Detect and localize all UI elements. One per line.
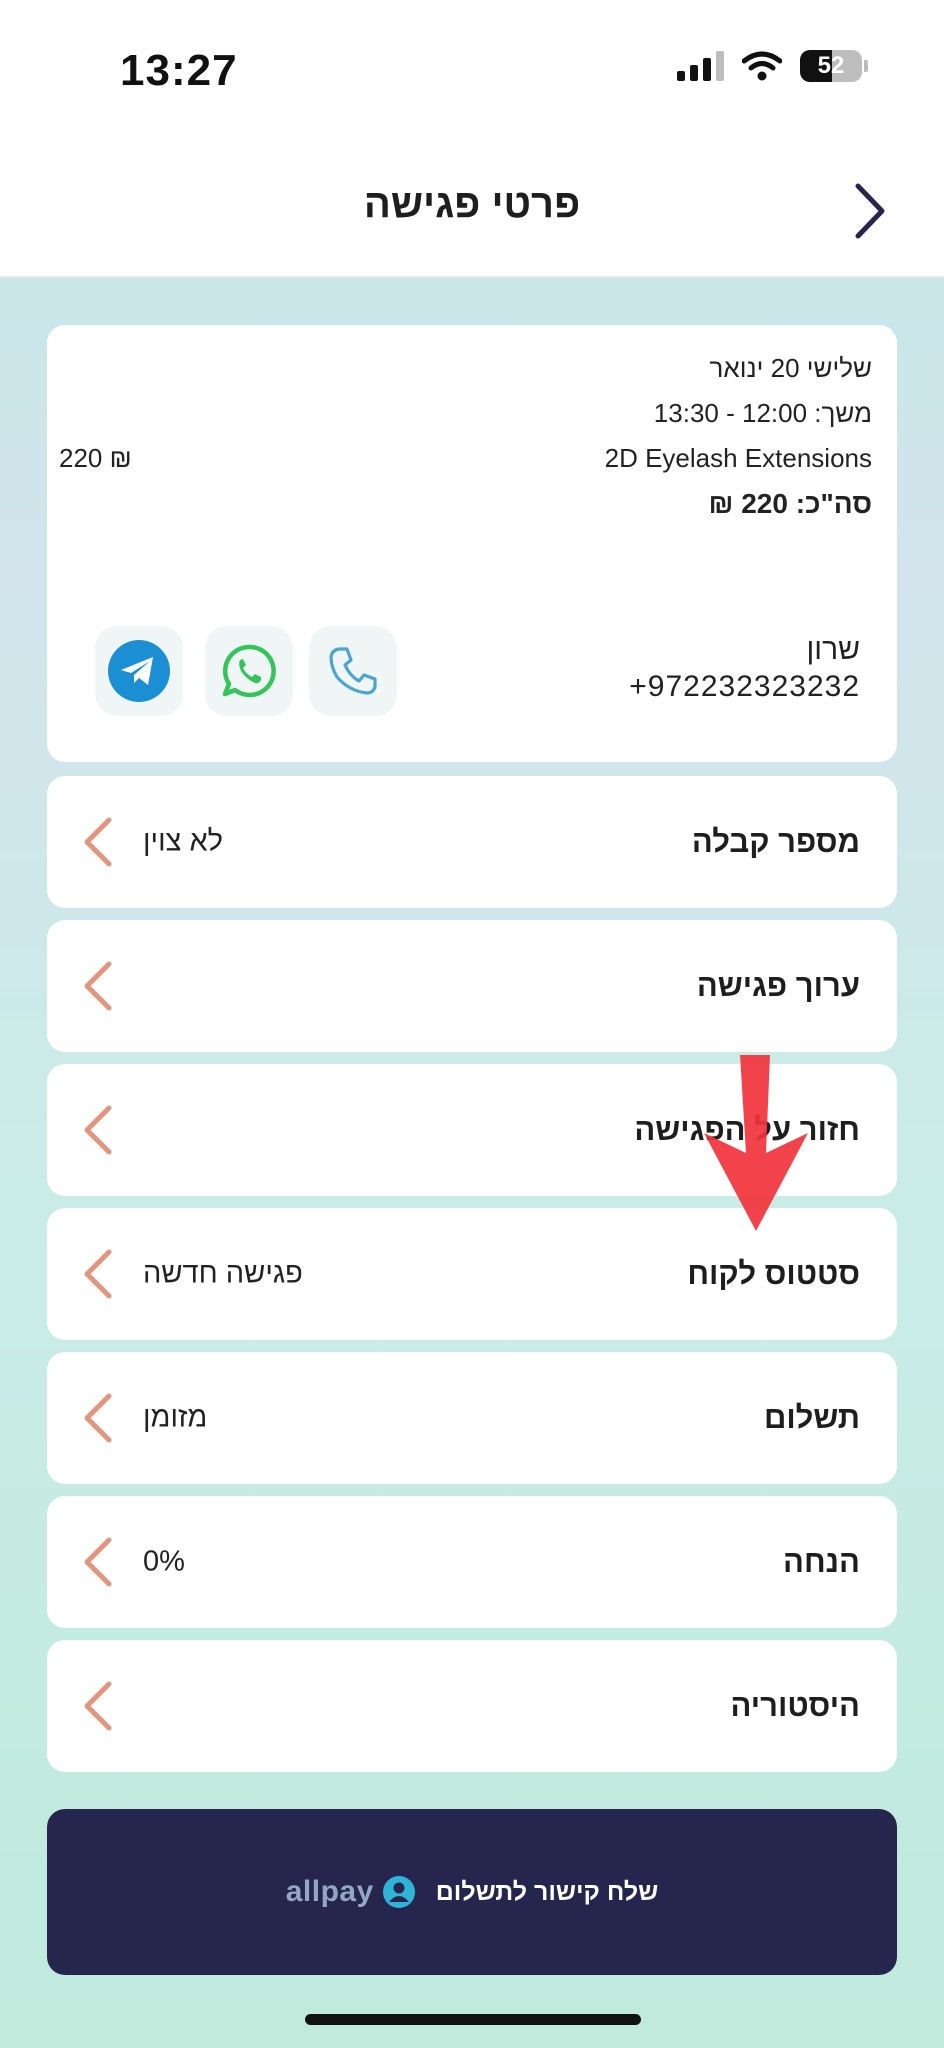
row-label: ערוך פגישה <box>696 968 860 1003</box>
whatsapp-icon <box>222 644 276 698</box>
total-price: סה"כ: 220 ₪ <box>708 488 872 519</box>
row-payment[interactable]: תשלום מזומן <box>47 1352 897 1484</box>
chevron-left-icon <box>84 1105 112 1155</box>
client-name: שרון <box>806 633 860 666</box>
telegram-button[interactable] <box>95 626 183 716</box>
service-price: 220 ₪ <box>59 443 132 473</box>
chevron-left-icon <box>84 1393 112 1443</box>
telegram-icon <box>108 640 170 702</box>
appointment-date: שלישי 20 ינואר <box>709 353 872 383</box>
row-label: תשלום <box>764 1400 860 1435</box>
back-button[interactable] <box>844 178 896 244</box>
chevron-right-icon <box>855 183 885 239</box>
row-label: היסטוריה <box>730 1688 860 1723</box>
client-phone: +972232323232 <box>629 670 860 703</box>
row-value: 0% <box>143 1545 185 1578</box>
payment-button-label: שלח קישור לתשלום <box>435 1877 659 1906</box>
allpay-brand: allpay <box>286 1875 416 1909</box>
row-edit-appointment[interactable]: ערוך פגישה <box>47 920 897 1052</box>
row-discount[interactable]: הנחה 0% <box>47 1496 897 1628</box>
chevron-left-icon <box>84 1537 112 1587</box>
row-label: סטטוס לקוח <box>687 1256 860 1291</box>
row-repeat-appointment[interactable]: חזור על הפגישה <box>47 1064 897 1196</box>
row-label: חזור על הפגישה <box>634 1112 860 1147</box>
row-receipt-number[interactable]: מספר קבלה לא צוין <box>47 776 897 908</box>
service-name: 2D Eyelash Extensions <box>604 443 872 473</box>
row-label: מספר קבלה <box>691 824 860 859</box>
chevron-left-icon <box>84 1681 112 1731</box>
row-history[interactable]: היסטוריה <box>47 1640 897 1772</box>
call-button[interactable] <box>309 626 397 716</box>
battery-icon: 52 <box>800 50 862 82</box>
status-time: 13:27 <box>120 46 238 95</box>
chevron-left-icon <box>84 817 112 867</box>
page-title: פרטי פגישה <box>363 182 581 226</box>
phone-icon <box>329 647 377 695</box>
status-icons: 52 <box>677 50 868 82</box>
appointment-card: שלישי 20 ינואר משך: 12:00 - 13:30 2D Eye… <box>47 325 897 762</box>
brand-name: allpay <box>285 1875 374 1908</box>
top-bar: 13:27 52 פרטי פגישה <box>0 0 944 278</box>
send-payment-link-button[interactable]: allpay שלח קישור לתשלום <box>47 1809 897 1975</box>
whatsapp-button[interactable] <box>205 626 293 716</box>
chevron-left-icon <box>84 1249 112 1299</box>
cellular-signal-icon <box>677 51 724 81</box>
row-client-status[interactable]: סטטוס לקוח פגישה חדשה <box>47 1208 897 1340</box>
chevron-left-icon <box>84 961 112 1011</box>
row-value: לא צוין <box>143 825 224 858</box>
row-label: הנחה <box>783 1544 860 1579</box>
appointment-duration: משך: 12:00 - 13:30 <box>653 398 872 428</box>
home-indicator[interactable] <box>305 2014 641 2025</box>
row-value: מזומן <box>143 1401 208 1434</box>
allpay-logo-icon <box>382 1876 415 1908</box>
battery-level: 52 <box>817 52 845 79</box>
row-value: פגישה חדשה <box>143 1257 303 1290</box>
wifi-icon <box>742 51 782 81</box>
